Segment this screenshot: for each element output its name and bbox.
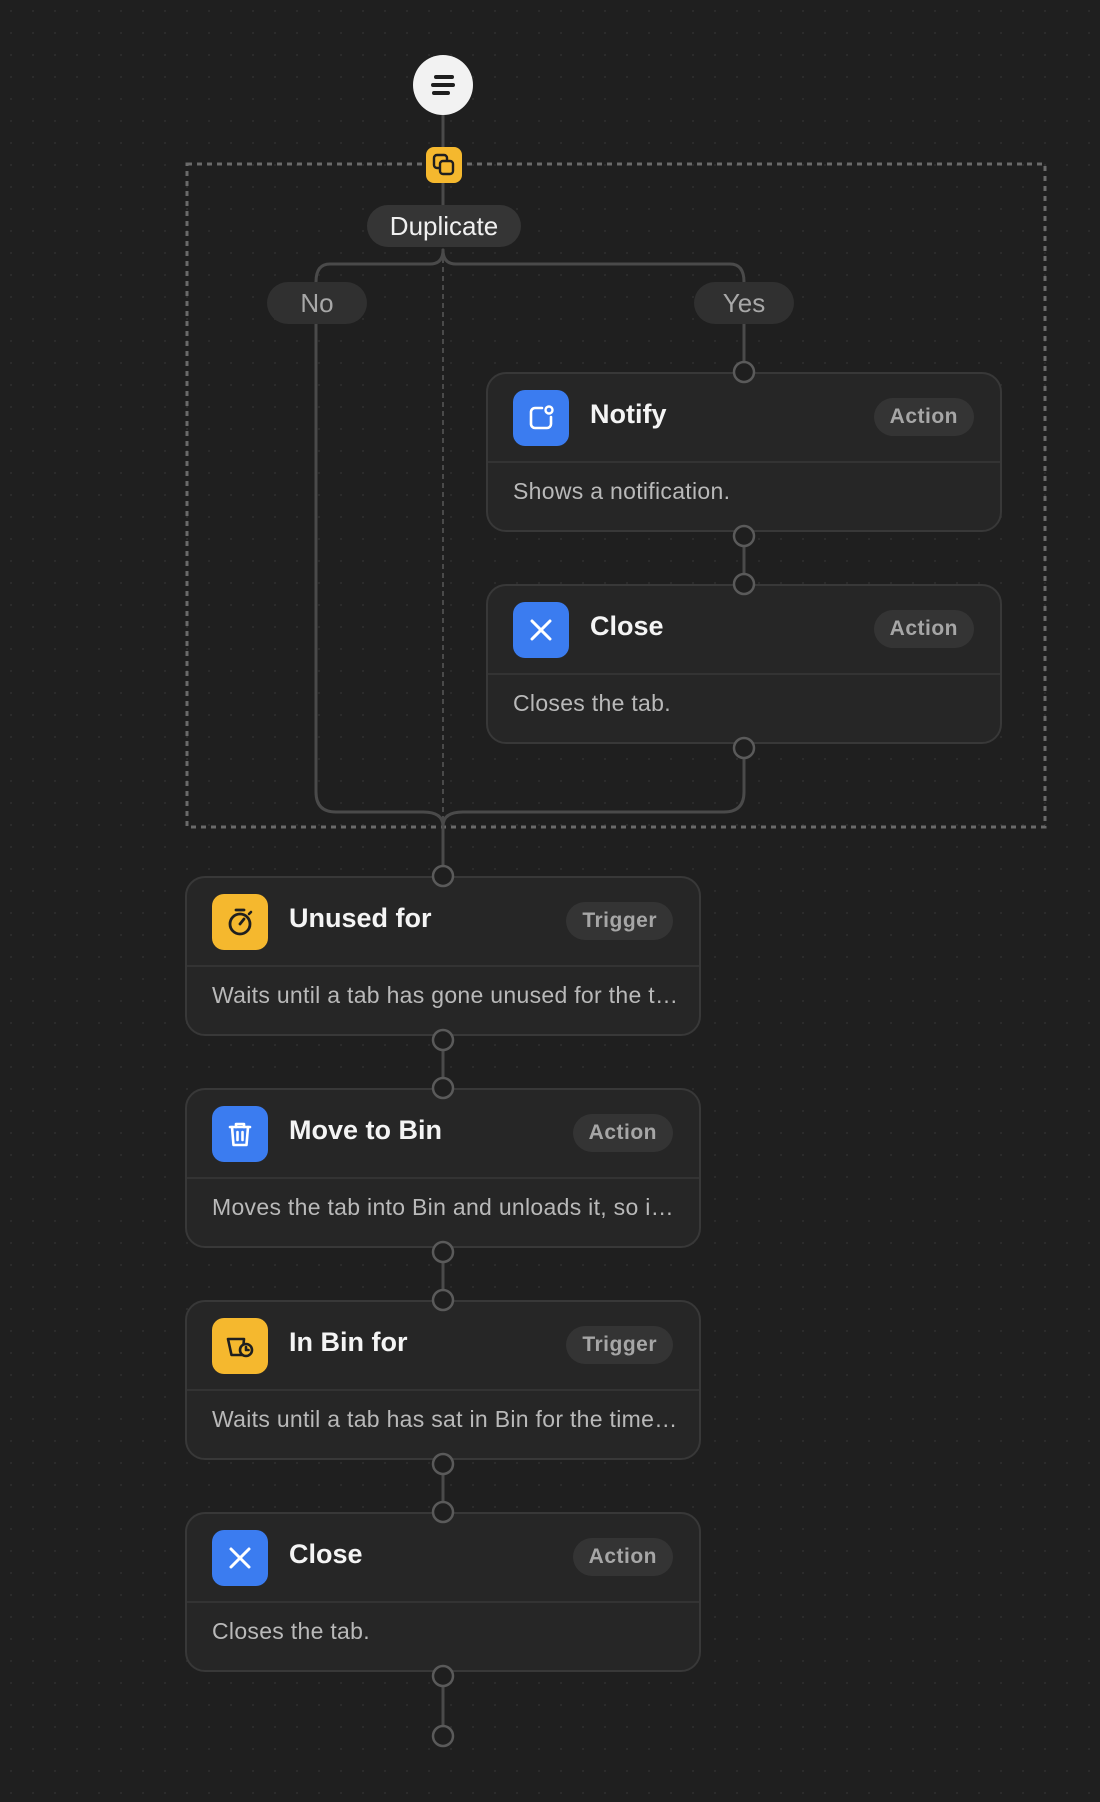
branch-yes-label[interactable]: Yes	[694, 282, 794, 324]
notification-icon	[529, 405, 554, 430]
notification-icon-box	[513, 390, 569, 446]
wire-merge-no	[314, 790, 445, 828]
card-description: Waits until a tab has gone unused for th…	[212, 982, 678, 1008]
card-title: Close	[590, 611, 664, 641]
condition-label[interactable]: Duplicate	[367, 205, 521, 247]
trash-icon-box	[212, 1106, 268, 1162]
trash-icon	[228, 1122, 252, 1147]
card-description: Closes the tab.	[212, 1618, 370, 1644]
move-to-bin-action-card[interactable]: Move to Bin Action Moves the tab into Bi…	[185, 1088, 701, 1248]
card-divider	[187, 1177, 699, 1179]
card-title: Notify	[590, 399, 667, 429]
close-action-card-branch[interactable]: Close Action Closes the tab.	[486, 584, 1002, 744]
card-type-badge: Trigger	[566, 1326, 673, 1364]
bin-timer-icon	[226, 1337, 254, 1358]
close-action-card[interactable]: Close Action Closes the tab.	[185, 1512, 701, 1672]
in-bin-for-trigger-card[interactable]: In Bin for Trigger Waits until a tab has…	[185, 1300, 701, 1460]
card-type-badge: Trigger	[566, 902, 673, 940]
card-divider	[187, 1389, 699, 1391]
bin-timer-icon-box	[212, 1318, 268, 1374]
start-node[interactable]	[413, 55, 473, 115]
card-type-badge: Action	[572, 1114, 673, 1152]
close-icon	[530, 619, 552, 641]
stopwatch-icon	[228, 908, 253, 936]
duplicate-icon	[432, 153, 455, 176]
card-divider	[488, 673, 1000, 675]
wire-merge-yes	[441, 790, 746, 828]
card-title: In Bin for	[289, 1327, 408, 1357]
card-type-badge: Action	[873, 610, 974, 648]
card-description: Moves the tab into Bin and unloads it, s…	[212, 1194, 678, 1220]
lines-icon	[431, 75, 455, 95]
close-icon-box	[513, 602, 569, 658]
card-divider	[488, 461, 1000, 463]
card-type-badge: Action	[873, 398, 974, 436]
card-title: Close	[289, 1539, 363, 1569]
card-title: Unused for	[289, 903, 432, 933]
wire-to-yes-branch	[441, 248, 746, 284]
card-description: Waits until a tab has sat in Bin for the…	[212, 1406, 678, 1432]
card-description: Shows a notification.	[513, 478, 731, 504]
card-type-badge: Action	[572, 1538, 673, 1576]
card-divider	[187, 1601, 699, 1603]
condition-node[interactable]	[426, 147, 462, 183]
unused-for-trigger-card[interactable]: Unused for Trigger Waits until a tab has…	[185, 876, 701, 1036]
card-title: Move to Bin	[289, 1115, 442, 1145]
wire-to-no-branch	[314, 248, 445, 284]
stopwatch-icon-box	[212, 894, 268, 950]
card-description: Closes the tab.	[513, 690, 671, 716]
notify-action-card[interactable]: Notify Action Shows a notification.	[486, 372, 1002, 532]
branch-no-label[interactable]: No	[267, 282, 367, 324]
close-icon-box	[212, 1530, 268, 1586]
card-divider	[187, 965, 699, 967]
close-icon	[229, 1547, 251, 1569]
